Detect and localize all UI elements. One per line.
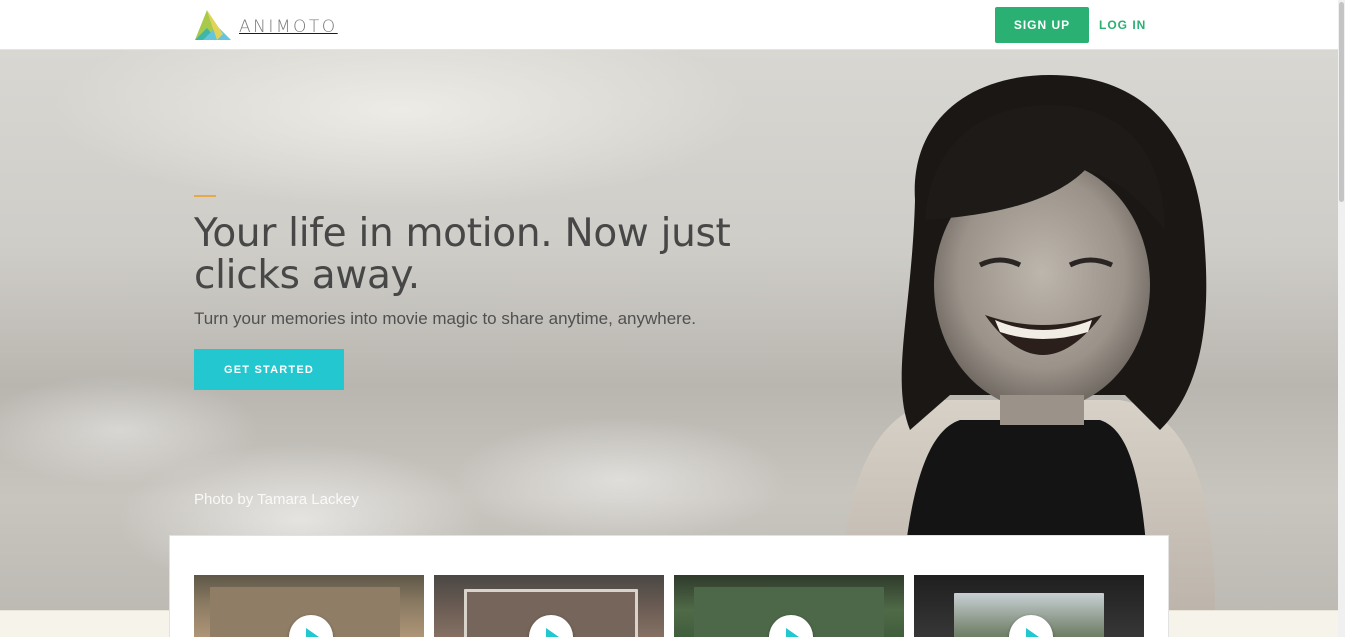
hero-headline: Your life in motion. Now just clicks awa… xyxy=(194,211,731,298)
headline-accent-line xyxy=(194,195,216,197)
video-thumbnail[interactable] xyxy=(194,575,424,637)
site-header: ANIMOTO SIGN UP LOG IN xyxy=(0,0,1338,50)
get-started-button[interactable]: GET STARTED xyxy=(194,349,344,390)
log-in-link[interactable]: LOG IN xyxy=(1099,18,1146,32)
sign-up-button[interactable]: SIGN UP xyxy=(995,7,1089,43)
page-scrollbar[interactable] xyxy=(1338,0,1345,637)
video-thumbnail[interactable] xyxy=(674,575,904,637)
scrollbar-thumb[interactable] xyxy=(1339,2,1344,202)
play-icon xyxy=(1026,628,1039,637)
hero-section: Your life in motion. Now just clicks awa… xyxy=(0,50,1338,610)
sample-videos-panel xyxy=(169,535,1169,637)
play-icon xyxy=(786,628,799,637)
photo-credit: Photo by Tamara Lackey xyxy=(194,491,359,508)
page: ANIMOTO SIGN UP LOG IN Your life in moti… xyxy=(0,0,1345,637)
video-thumbnail[interactable] xyxy=(434,575,664,637)
animoto-logo-link[interactable]: ANIMOTO xyxy=(193,8,338,42)
video-thumbnail[interactable] xyxy=(914,575,1144,637)
animoto-logo-icon xyxy=(195,10,231,40)
play-icon xyxy=(306,628,319,637)
hero-girl-photo xyxy=(840,75,1215,610)
play-icon xyxy=(546,628,559,637)
hero-subheadline: Turn your memories into movie magic to s… xyxy=(194,309,697,328)
logo-wordmark: ANIMOTO xyxy=(239,17,338,37)
